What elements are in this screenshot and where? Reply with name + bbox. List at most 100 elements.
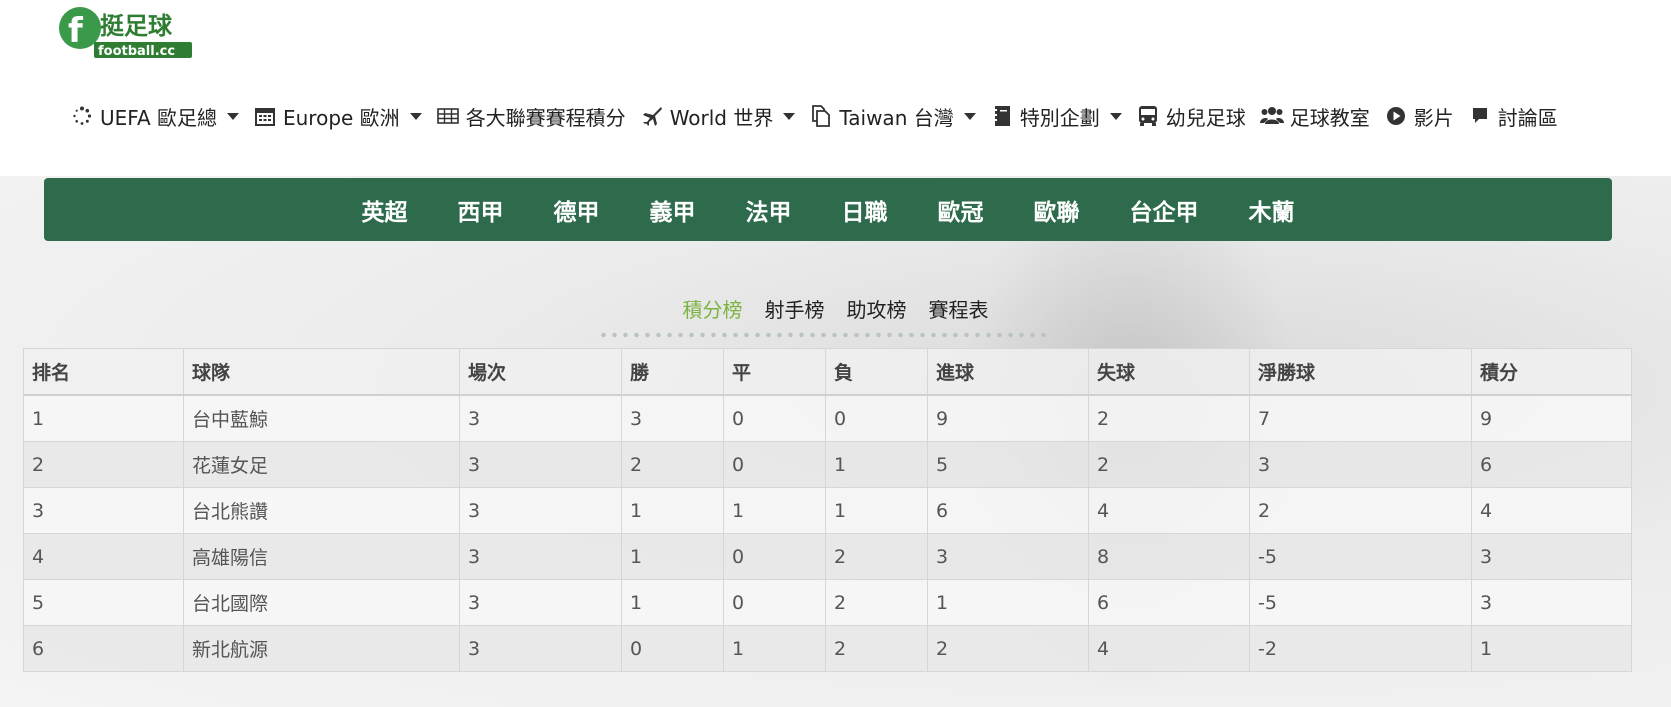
league-tab[interactable]: 西甲	[433, 193, 529, 227]
table-cell: 3	[459, 533, 622, 580]
calendar-icon	[253, 104, 277, 128]
table-cell: 台北熊讚	[183, 487, 460, 534]
table-cell: 6	[927, 487, 1089, 534]
nav-item-league-standings[interactable]: 各大聯賽賽程積分	[436, 102, 626, 131]
tab-schedule[interactable]: 賽程表	[918, 294, 1000, 323]
table-cell: 1	[723, 625, 826, 672]
table-cell: 3	[459, 487, 622, 534]
table-cell: 台中藍鯨	[183, 394, 460, 442]
nav-label: World 世界	[669, 105, 774, 130]
table-cell: 6	[23, 625, 184, 672]
table-cell: -5	[1249, 579, 1472, 626]
table-cell: 1	[621, 533, 724, 580]
table-cell: -5	[1249, 533, 1472, 580]
table-cell: 1	[723, 487, 826, 534]
table-cell: 新北航源	[183, 625, 460, 672]
league-menu-bar: 英超 西甲 德甲 義甲 法甲 日職 歐冠 歐聯 台企甲 木蘭	[44, 178, 1612, 241]
site-logo[interactable]: f 挺足球 football.cc	[54, 4, 198, 60]
nav-item-kids[interactable]: 幼兒足球	[1136, 102, 1246, 131]
table-cell: 4	[1088, 487, 1250, 534]
league-tab[interactable]: 歐冠	[913, 193, 1009, 227]
league-tab[interactable]: 歐聯	[1009, 193, 1105, 227]
copy-icon	[809, 104, 833, 128]
table-cell: 2	[825, 533, 928, 580]
league-tab[interactable]: 日職	[817, 193, 913, 227]
table-cell: 3	[459, 625, 622, 672]
tab-scorers[interactable]: 射手榜	[754, 294, 836, 323]
play-circle-icon	[1384, 104, 1408, 128]
league-tab[interactable]: 木蘭	[1224, 193, 1320, 227]
chevron-down-icon	[963, 112, 976, 120]
table-row: 6 新北航源 3 0 1 2 2 4 -2 1	[23, 625, 1632, 672]
table-cell: 1	[621, 579, 724, 626]
table-cell: 2	[825, 579, 928, 626]
table-cell: 0	[723, 394, 826, 442]
plane-icon	[640, 104, 664, 128]
tab-standings[interactable]: 積分榜	[672, 294, 754, 323]
table-cell: 3	[1471, 533, 1632, 580]
nav-item-forum[interactable]: 討論區	[1468, 102, 1558, 131]
dotted-divider	[598, 332, 1048, 338]
standings-table-container: 排名 球隊 場次 勝 平 負 進球 失球 淨勝球 積分 1 台中藍鯨 3 3 0…	[23, 348, 1632, 672]
table-cell: 高雄陽信	[183, 533, 460, 580]
nav-label: Europe 歐洲	[282, 105, 400, 130]
table-row: 5 台北國際 3 1 0 2 1 6 -5 3	[23, 579, 1632, 626]
spinner-icon	[70, 104, 94, 128]
chevron-down-icon	[409, 112, 422, 120]
table-cell: 9	[1471, 394, 1632, 442]
table-icon	[436, 104, 460, 128]
nav-item-europe[interactable]: Europe 歐洲	[253, 102, 422, 131]
table-cell: 0	[723, 441, 826, 488]
bus-icon	[1136, 104, 1160, 128]
main-nav: UEFA 歐足總 Europe 歐洲 各大聯賽賽程積分 World 世界 Tai…	[70, 96, 1572, 136]
league-tab[interactable]: 德甲	[529, 193, 625, 227]
table-cell: 8	[1088, 533, 1250, 580]
standings-table: 排名 球隊 場次 勝 平 負 進球 失球 淨勝球 積分 1 台中藍鯨 3 3 0…	[23, 348, 1632, 672]
nav-item-taiwan[interactable]: Taiwan 台灣	[809, 102, 976, 131]
table-cell: 2	[1088, 394, 1250, 442]
nav-item-special[interactable]: 特別企劃	[990, 102, 1122, 131]
table-cell: 2	[1088, 441, 1250, 488]
table-cell: 3	[459, 579, 622, 626]
column-header: 排名	[23, 348, 184, 396]
chevron-down-icon	[1109, 112, 1122, 120]
league-tab[interactable]: 法甲	[721, 193, 817, 227]
column-header: 勝	[621, 348, 724, 396]
nav-item-uefa[interactable]: UEFA 歐足總	[70, 102, 239, 131]
league-tab[interactable]: 英超	[337, 193, 433, 227]
table-cell: 1	[927, 579, 1089, 626]
table-row: 3 台北熊讚 3 1 1 1 6 4 2 4	[23, 487, 1632, 534]
nav-label: 足球教室	[1289, 105, 1370, 130]
table-row: 2 花蓮女足 3 2 0 1 5 2 3 6	[23, 441, 1632, 488]
nav-label: 特別企劃	[1019, 105, 1100, 130]
table-cell: 1	[621, 487, 724, 534]
logo-letter: f	[68, 11, 84, 51]
table-cell: 6	[1471, 441, 1632, 488]
column-header: 失球	[1088, 348, 1250, 396]
column-header: 平	[723, 348, 826, 396]
table-cell: 3	[1471, 579, 1632, 626]
nav-item-classroom[interactable]: 足球教室	[1259, 102, 1370, 131]
nav-label: UEFA 歐足總	[100, 105, 217, 130]
table-cell: 台北國際	[183, 579, 460, 626]
table-cell: 6	[1088, 579, 1250, 626]
table-cell: 4	[1088, 625, 1250, 672]
nav-item-world[interactable]: World 世界	[640, 102, 796, 131]
column-header: 進球	[927, 348, 1089, 396]
league-tab[interactable]: 義甲	[625, 193, 721, 227]
comment-icon	[1468, 104, 1492, 128]
league-tab[interactable]: 台企甲	[1105, 193, 1224, 227]
table-cell: 3	[1249, 441, 1472, 488]
table-header-row: 排名 球隊 場次 勝 平 負 進球 失球 淨勝球 積分	[23, 348, 1632, 396]
table-cell: 5	[23, 579, 184, 626]
book-icon	[990, 104, 1014, 128]
table-cell: 1	[825, 441, 928, 488]
nav-item-videos[interactable]: 影片	[1384, 102, 1454, 131]
logo-english: football.cc	[98, 44, 175, 59]
chevron-down-icon	[783, 112, 796, 120]
table-cell: 1	[23, 394, 184, 442]
table-cell: 7	[1249, 394, 1472, 442]
users-icon	[1259, 104, 1284, 128]
nav-label: Taiwan 台灣	[839, 105, 954, 130]
tab-assists[interactable]: 助攻榜	[836, 294, 918, 323]
